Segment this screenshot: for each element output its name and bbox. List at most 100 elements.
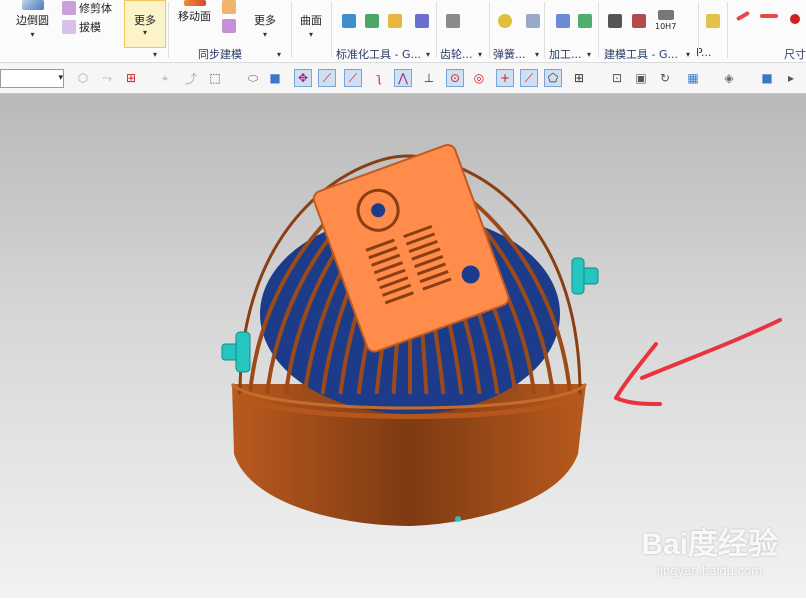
surface-button[interactable]: 曲面 ▾ — [300, 12, 322, 39]
filter-icon[interactable]: ⌖ — [156, 69, 174, 87]
rectangle-select-icon[interactable]: ⬚ — [206, 69, 224, 87]
selection-toolbar: ▾ ⬡ ⤳ ⊞ ⌖ ⤴ ⬚ ⬭ ■ ✥ ⟋ ⟋ ʅ ⋀ ⊥ ⊙ ◎ + ⟋ ⬠ … — [0, 63, 806, 94]
tangent-snap-icon[interactable]: ⊥ — [420, 69, 438, 87]
group-expand-icon[interactable]: ▾ — [478, 50, 482, 59]
more-button-1[interactable]: 更多 ▾ — [124, 0, 166, 48]
divider — [727, 2, 728, 58]
more-label-1: 更多 — [134, 13, 156, 27]
more-label-2: 更多 — [254, 14, 276, 27]
grid-snap-icon[interactable]: ⊞ — [570, 69, 588, 87]
watermark-url: jingyan.baidu.com — [657, 563, 763, 578]
divider — [291, 2, 292, 58]
connector-left — [221, 331, 251, 373]
rotate-icon[interactable]: ↻ — [656, 69, 674, 87]
std-library-icon[interactable] — [415, 14, 429, 28]
chevron-down-icon: ▾ — [58, 73, 63, 83]
watermark: Bai度经验 jingyan.baidu.com — [641, 519, 778, 578]
render-style-icon[interactable]: ◈ — [720, 69, 738, 87]
tolerance-button[interactable]: 10H7 — [655, 10, 676, 31]
machining-icon[interactable] — [556, 14, 570, 28]
move-face-label: 移动面 — [178, 10, 211, 23]
more-button-2[interactable]: 更多 ▾ — [254, 12, 276, 39]
spring-icon[interactable] — [498, 14, 512, 28]
graphics-viewport[interactable]: Bai度经验 jingyan.baidu.com — [0, 94, 806, 598]
divider — [436, 2, 437, 58]
group-label-spring: 弹簧... — [493, 48, 526, 61]
group-expand-icon[interactable]: ▾ — [426, 50, 430, 59]
edge-blend-button[interactable]: 边倒圆 ▾ — [16, 0, 49, 39]
view-fit-icon[interactable]: ⊡ — [608, 69, 626, 87]
edge-blend-label: 边倒圆 — [16, 14, 49, 27]
filter-2-icon[interactable]: ⤴ — [182, 69, 200, 87]
edge-blend-icon — [21, 0, 44, 10]
snap-point-icon[interactable]: ⊞ — [122, 69, 140, 87]
orient-view-icon[interactable]: ▦ — [684, 69, 702, 87]
chevron-down-icon: ▾ — [142, 27, 147, 37]
chevron-down-icon: ▾ — [308, 30, 313, 39]
group-label-sync-modeling: 同步建模 — [198, 48, 242, 61]
group-expand-icon[interactable]: ▾ — [277, 50, 281, 59]
point-snap-icon[interactable]: + — [496, 69, 514, 87]
face-snap-icon[interactable]: ⬠ — [544, 69, 562, 87]
diameter-dim-icon[interactable] — [790, 14, 800, 24]
select-face-icon[interactable]: ⤳ — [98, 69, 116, 87]
trim-body-button[interactable]: 修剪体 — [62, 0, 112, 16]
std-part-icon[interactable] — [342, 14, 356, 28]
draft-button[interactable]: 拔模 — [62, 19, 101, 35]
chevron-down-icon: ▾ — [30, 30, 35, 39]
draft-label: 拔模 — [79, 21, 101, 34]
tolerance-icon — [657, 10, 674, 20]
group-expand-icon[interactable]: ▾ — [535, 50, 539, 59]
replace-face-icon[interactable] — [222, 19, 236, 33]
view-zoom-icon[interactable]: ▣ — [632, 69, 650, 87]
group-expand-icon[interactable]: ▾ — [686, 50, 690, 59]
group-expand-icon[interactable]: ▾ — [587, 50, 591, 59]
tolerance-label: 10H7 — [655, 22, 677, 31]
trim-body-label: 修剪体 — [79, 2, 112, 15]
group-label-dimension: 尺寸 — [784, 48, 806, 61]
divider — [698, 2, 699, 58]
center-snap-icon[interactable]: ⊙ — [446, 69, 464, 87]
divider — [598, 2, 599, 58]
select-solid-icon[interactable]: ⬭ — [244, 69, 262, 87]
group-expand-icon[interactable]: ▾ — [153, 50, 157, 59]
table-icon[interactable] — [608, 14, 622, 28]
spring-delete-icon[interactable] — [526, 14, 540, 28]
control-point-snap-icon[interactable]: ⟋ — [344, 69, 362, 87]
group-label-std-tools: 标准化工具 - G... — [336, 48, 421, 61]
linear-dim-icon[interactable] — [735, 10, 751, 22]
endpoint-snap-icon[interactable]: ✥ — [294, 69, 312, 87]
gear-icon[interactable] — [446, 14, 460, 28]
cube-icon[interactable]: ■ — [266, 69, 284, 87]
offset-region-icon[interactable] — [222, 0, 236, 14]
divider — [331, 2, 332, 58]
std-nut-icon[interactable] — [388, 14, 402, 28]
surface-label: 曲面 — [300, 14, 322, 27]
intersection-snap-icon[interactable]: ⋀ — [394, 69, 412, 87]
machining-tool-icon[interactable] — [578, 14, 592, 28]
measure-icon[interactable] — [632, 14, 646, 28]
trim-body-icon — [62, 1, 76, 15]
annotation-arrow — [614, 318, 782, 406]
more-view-icon[interactable]: ▸ — [782, 69, 800, 87]
shaded-cube-icon[interactable]: ■ — [758, 69, 776, 87]
radial-dim-icon[interactable] — [760, 14, 778, 18]
selection-filter-dropdown[interactable]: ▾ — [0, 69, 64, 88]
divider — [168, 2, 169, 58]
chevron-down-icon: ▾ — [262, 30, 267, 39]
move-face-icon — [183, 0, 206, 6]
divider — [489, 2, 490, 58]
curve-snap-icon[interactable]: ʅ — [370, 69, 388, 87]
ribbon: 边倒圆 ▾ 修剪体 拔模 更多 ▾ ▾ 移动面 更多 ▾ 同步建模 ▾ 曲面 ▾… — [0, 0, 806, 63]
move-face-button[interactable]: 移动面 — [178, 0, 211, 24]
std-bolt-icon[interactable] — [365, 14, 379, 28]
select-body-icon[interactable]: ⬡ — [74, 69, 92, 87]
divider — [544, 2, 545, 58]
midpoint-snap-icon[interactable]: ⟋ — [318, 69, 336, 87]
connector-right — [571, 257, 599, 295]
watermark-logo: Bai度经验 — [641, 528, 778, 561]
assembly-icon[interactable] — [706, 14, 720, 28]
line-snap-icon[interactable]: ⟋ — [520, 69, 538, 87]
quadrant-snap-icon[interactable]: ◎ — [470, 69, 488, 87]
group-label-modeling-tools: 建模工具 - G... — [604, 48, 678, 61]
